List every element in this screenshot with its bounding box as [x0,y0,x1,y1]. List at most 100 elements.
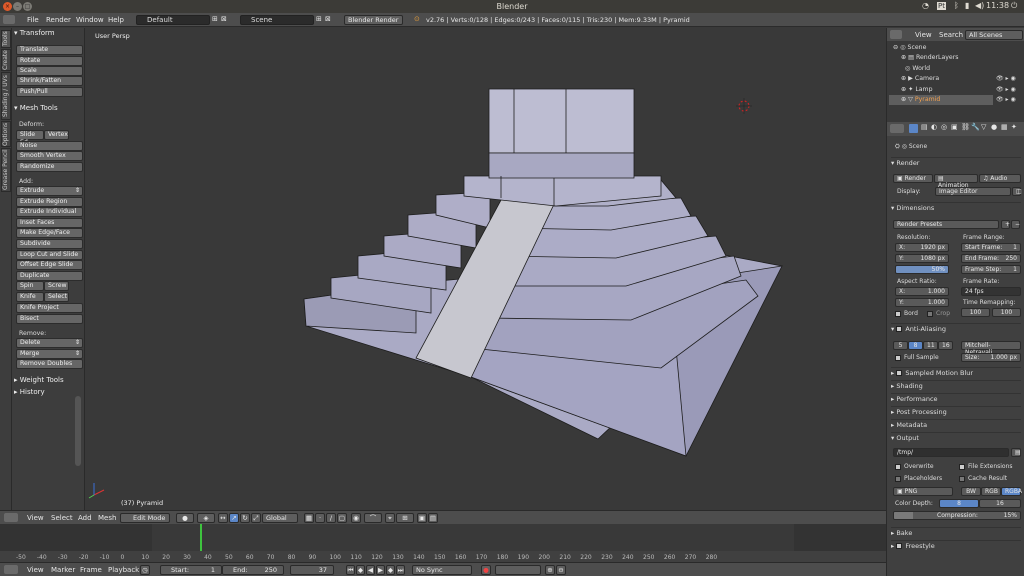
fps-select[interactable]: 24 fps [961,287,1021,296]
outliner-menu-search[interactable]: Search [939,31,963,39]
filter-size-field[interactable]: Size: 1.000 px [961,353,1021,362]
end-frame-field[interactable]: End: 250 [222,565,284,575]
render-presets-select[interactable]: Render Presets [893,220,999,229]
freestyle-checkbox[interactable] [896,543,903,549]
select-edge-icon[interactable]: / [326,513,336,523]
overwrite-checkbox[interactable]: Overwrite [895,463,934,470]
compression-slider[interactable]: Compression: 15% [893,511,1021,520]
timeline[interactable]: -50 -40 -30 -20 -10 0 10 20 30 40 50 60 70 80 90 100 110… [0,524,886,562]
file-extensions-checkbox[interactable]: File Extensions [959,463,1013,470]
audio-button[interactable]: ♫ Audio [979,174,1021,183]
material-tab-icon[interactable]: ● [991,123,997,131]
panel-render-header[interactable]: ▾ Render [891,157,1021,168]
panel-motion-blur-header[interactable]: ▸ Sampled Motion Blur [891,367,1021,378]
aa-filter-select[interactable]: Mitchell-Netravali [961,341,1021,356]
tab-grease-pencil[interactable]: Grease Pencil [1,148,11,192]
scale-manipulator-icon[interactable]: ⤢ [251,513,261,523]
bisect-button[interactable]: Bisect [16,314,83,324]
start-frame-field[interactable]: Start: 1 [160,565,222,575]
resolution-y-field[interactable]: Y: 1080 px [895,254,949,263]
slide-edge-button[interactable]: Slide Ed [16,130,44,146]
power-icon[interactable]: ⏻ [1011,1,1017,11]
knife-button[interactable]: Knife [16,292,44,302]
outliner-item-renderlayers[interactable]: ⊕ ▤ RenderLayers [901,54,958,61]
lock-interface-icon[interactable]: ◫ [1012,187,1022,196]
extrude-button[interactable]: Extrude ⇕ [16,186,83,196]
remap-old-field[interactable]: 100 [961,308,990,317]
color-depth-8-button[interactable]: 8 [939,499,979,508]
outliner-item-camera[interactable]: ⊕ ▶ Camera [901,75,939,82]
menu-help[interactable]: Help [108,16,124,24]
spin-button[interactable]: Spin [16,281,44,291]
start-frame-prop-field[interactable]: Start Frame: 1 [961,243,1021,252]
output-path-field[interactable]: /tmp/ [893,448,1009,457]
panel-transform-header[interactable]: ▾ Transform [14,28,84,38]
object-tab-icon[interactable]: ▣ [951,123,958,131]
add-scene-icon[interactable]: ⊞ [316,15,322,23]
falloff-select[interactable]: ⌒ [364,513,382,523]
animation-button[interactable]: ▤ Animation [934,174,978,189]
prev-keyframe-icon[interactable]: ◆ [356,565,365,575]
color-depth-16-button[interactable]: 16 [979,499,1021,508]
placeholders-checkbox[interactable]: Placeholders [895,475,942,482]
keyboard-layout[interactable]: Pt [937,2,946,10]
eye-icon[interactable]: 👁 ▸ ◉ [996,75,1016,82]
editor-type-timeline-icon[interactable] [4,565,18,574]
next-keyframe-icon[interactable]: ◆ [386,565,395,575]
smooth-vertex-button[interactable]: Smooth Vertex [16,151,83,161]
current-frame-field[interactable]: 37 [290,565,334,575]
pivot-select[interactable]: ◈ [197,513,215,523]
screen-layout-field[interactable]: Default [136,15,210,25]
menu-add[interactable]: Add [78,514,92,522]
color-rgba-button[interactable]: RGBA [1001,487,1022,496]
remove-preset-icon[interactable]: − [1011,220,1020,229]
timeline-menu-frame[interactable]: Frame [80,566,102,574]
snap-element-select[interactable]: ⊞ [396,513,414,523]
render-tab-icon[interactable] [909,124,918,133]
world-tab-icon[interactable]: ◎ [941,123,947,131]
extrude-individual-button[interactable]: Extrude Individual [16,207,83,217]
select-face-icon[interactable]: ▢ [337,513,347,523]
add-preset-icon[interactable]: + [1001,220,1010,229]
rotate-button[interactable]: Rotate [16,56,83,66]
eye-icon[interactable]: 👁 ▸ ◉ [996,86,1016,93]
border-checkbox-box[interactable] [895,310,901,317]
play-icon[interactable]: ▶ [376,565,385,575]
subdivide-button[interactable]: Subdivide [16,239,83,249]
panel-bake-header[interactable]: ▸ Bake [891,527,1021,538]
border-checkbox[interactable]: Bord [895,310,918,317]
editor-type-icon[interactable] [3,15,15,24]
folder-icon[interactable]: ▤ [1011,448,1021,457]
data-tab-icon[interactable]: ▽ [981,123,986,131]
panel-anti-aliasing-header[interactable]: ▾ Anti-Aliasing [891,323,1021,334]
panel-weight-tools-header[interactable]: ▸ Weight Tools [14,375,84,385]
anti-aliasing-checkbox[interactable] [896,326,903,332]
outliner-menu-view[interactable]: View [915,31,932,39]
panel-metadata-header[interactable]: ▸ Metadata [891,419,1021,430]
3d-viewport[interactable]: User Persp (37) Pyramid [86,28,886,510]
scene-tab-icon[interactable]: ◐ [931,123,937,131]
timeline-menu-playback[interactable]: Playback [108,566,139,574]
resolution-x-field[interactable]: X: 1920 px [895,243,949,252]
menu-select[interactable]: Select [51,514,73,522]
mode-select[interactable]: Edit Mode [120,513,170,523]
orientation-select[interactable]: Global [262,513,298,523]
resolution-percentage-slider[interactable]: 50% [895,265,949,274]
delete-button[interactable]: Delete ⇕ [16,338,83,348]
translate-manipulator-icon[interactable]: ↗ [229,513,239,523]
aspect-y-field[interactable]: Y: 1.000 [895,298,949,307]
motion-blur-checkbox[interactable] [896,370,903,376]
menu-render[interactable]: Render [46,16,71,24]
make-edge-face-button[interactable]: Make Edge/Face [16,228,83,238]
wifi-icon[interactable]: ◔ [922,1,929,10]
extrude-region-button[interactable]: Extrude Region [16,197,83,207]
frame-step-field[interactable]: Frame Step: 1 [961,265,1021,274]
full-sample-checkbox[interactable]: Full Sample [895,354,939,361]
keying-set-field[interactable] [495,565,541,575]
panel-shading-header[interactable]: ▸ Shading [891,380,1021,391]
outliner-item-world[interactable]: ◎ World [901,65,930,72]
render-engine-select[interactable]: Blender Render [344,15,403,25]
aspect-x-field[interactable]: X: 1.000 [895,287,949,296]
opengl-render-icon[interactable]: ▣ [417,513,427,523]
delete-keyframe-icon[interactable]: ⊖ [556,565,566,575]
